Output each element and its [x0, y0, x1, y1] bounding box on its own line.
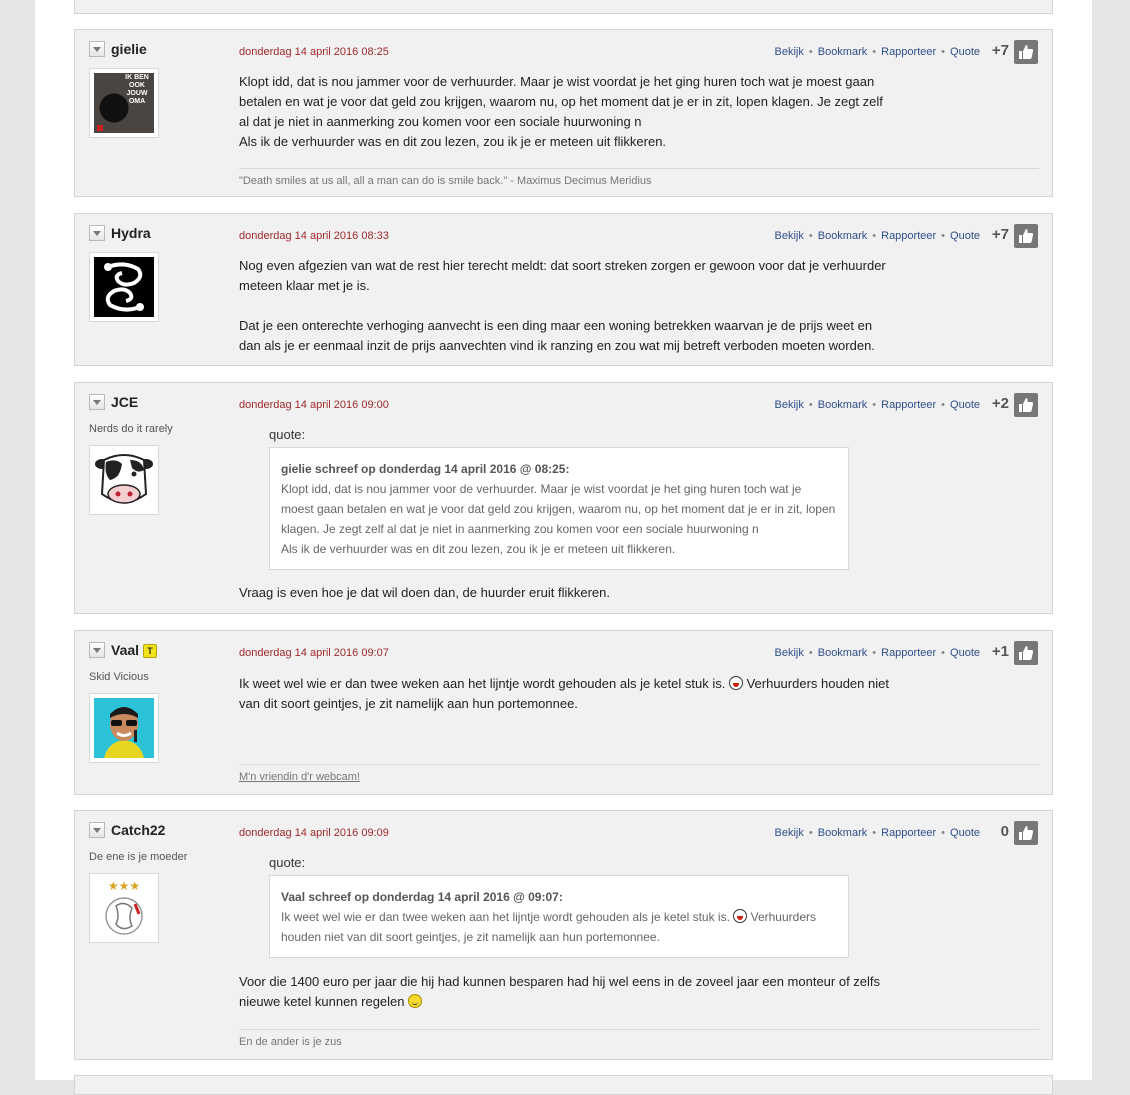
- post-date: donderdag 14 april 2016 09:07: [239, 647, 389, 659]
- post-body: Klopt idd, dat is nou jammer voor de ver…: [239, 74, 883, 149]
- quote-link[interactable]: Quote: [950, 827, 980, 839]
- report-link[interactable]: Rapporteer: [881, 230, 936, 242]
- thumbs-up-icon[interactable]: [1014, 224, 1038, 248]
- post-score: +7: [991, 42, 1009, 59]
- quote-box: gielie schreef op donderdag 14 april 201…: [269, 447, 849, 570]
- view-link[interactable]: Bekijk: [775, 230, 804, 242]
- post-body: Vraag is even hoe je dat wil doen dan, d…: [239, 585, 610, 600]
- post-score: +2: [991, 395, 1009, 412]
- happy-smiley-icon: [408, 994, 423, 1008]
- forum-post: gielie IK BEN OOK JOUW OMA donderdag 14 …: [74, 29, 1053, 197]
- bookmark-link[interactable]: Bookmark: [818, 827, 868, 839]
- grin-smiley-icon: [728, 676, 743, 690]
- user-subtitle: De ene is je moeder: [89, 851, 188, 863]
- quote-link[interactable]: Quote: [950, 230, 980, 242]
- post-actions: Bekijk • Bookmark • Rapporteer • Quote: [774, 399, 980, 411]
- bookmark-link[interactable]: Bookmark: [818, 399, 868, 411]
- quote-label: quote:: [269, 427, 306, 442]
- report-link[interactable]: Rapporteer: [881, 827, 936, 839]
- previous-post-stub: [74, 0, 1053, 14]
- signature-divider: [239, 168, 1039, 169]
- thumbs-up-icon[interactable]: [1014, 641, 1038, 665]
- username[interactable]: gielie: [111, 41, 147, 57]
- quote-header: Vaal schreef op donderdag 14 april 2016 …: [281, 890, 563, 904]
- post-date: donderdag 14 april 2016 09:00: [239, 399, 389, 411]
- dragon-icon: [104, 262, 144, 312]
- cow-icon: [95, 454, 153, 504]
- username[interactable]: JCE: [111, 394, 138, 410]
- avatar[interactable]: [89, 445, 159, 515]
- post-body: Nog even afgezien van wat de rest hier t…: [239, 258, 886, 353]
- right-gutter: [1092, 0, 1130, 1080]
- signature: En de ander is je zus: [239, 1036, 342, 1048]
- username[interactable]: Vaal T: [111, 642, 158, 658]
- quote-link[interactable]: Quote: [950, 399, 980, 411]
- thumbs-up-icon[interactable]: [1014, 393, 1038, 417]
- svg-text:★★★: ★★★: [108, 879, 140, 893]
- post-date: donderdag 14 april 2016 08:25: [239, 46, 389, 58]
- post-actions: Bekijk • Bookmark • Rapporteer • Quote: [774, 46, 980, 58]
- username[interactable]: Hydra: [111, 225, 151, 241]
- view-link[interactable]: Bekijk: [775, 647, 804, 659]
- avatar[interactable]: [89, 252, 159, 322]
- forum-post: Catch22 De ene is je moeder ★★★ donderda…: [74, 810, 1053, 1060]
- grin-smiley-icon: [733, 909, 748, 923]
- avatar-image: IK BEN OOK JOUW OMA: [94, 73, 154, 133]
- avatar-image: [94, 450, 154, 510]
- post-menu-toggle[interactable]: [89, 822, 105, 838]
- post-date: donderdag 14 april 2016 09:09: [239, 827, 389, 839]
- post-actions: Bekijk • Bookmark • Rapporteer • Quote: [774, 230, 980, 242]
- view-link[interactable]: Bekijk: [775, 46, 804, 58]
- club-logo-icon: ★★★: [105, 879, 143, 935]
- bookmark-link[interactable]: Bookmark: [818, 647, 868, 659]
- post-menu-toggle[interactable]: [89, 41, 105, 57]
- quote-box: Vaal schreef op donderdag 14 april 2016 …: [269, 875, 849, 958]
- avatar-image: ★★★: [94, 878, 154, 938]
- user-subtitle: Nerds do it rarely: [89, 423, 173, 435]
- next-post-stub: [74, 1075, 1053, 1095]
- thumbs-up-icon[interactable]: [1014, 40, 1038, 64]
- quote-link[interactable]: Quote: [950, 647, 980, 659]
- post-score: +1: [991, 643, 1009, 660]
- thumbs-up-icon[interactable]: [1014, 821, 1038, 845]
- signature-divider: [239, 764, 1039, 765]
- avatar[interactable]: ★★★: [89, 873, 159, 943]
- view-link[interactable]: Bekijk: [775, 399, 804, 411]
- forum-post: Vaal T Skid Vicious donderdag 14 april 20…: [74, 630, 1053, 795]
- report-link[interactable]: Rapporteer: [881, 46, 936, 58]
- signature: "Death smiles at us all, all a man can d…: [239, 175, 652, 187]
- report-link[interactable]: Rapporteer: [881, 399, 936, 411]
- avatar-image: [94, 257, 154, 317]
- forum-post: JCE Nerds do it rarely donderdag 14 apri…: [74, 382, 1053, 614]
- post-date: donderdag 14 april 2016 08:33: [239, 230, 389, 242]
- avatar-image: [94, 698, 154, 758]
- bookmark-link[interactable]: Bookmark: [818, 46, 868, 58]
- signature-link[interactable]: M'n vriendin d'r webcam!: [239, 771, 360, 783]
- view-link[interactable]: Bekijk: [775, 827, 804, 839]
- post-menu-toggle[interactable]: [89, 642, 105, 658]
- avatar-caption: IK BEN OOK JOUW OMA: [125, 74, 149, 105]
- user-subtitle: Skid Vicious: [89, 671, 149, 683]
- post-actions: Bekijk • Bookmark • Rapporteer • Quote: [774, 827, 980, 839]
- quote-label: quote:: [269, 855, 306, 870]
- post-score: +7: [991, 226, 1009, 243]
- post-menu-toggle[interactable]: [89, 225, 105, 241]
- post-body: Voor die 1400 euro per jaar die hij had …: [239, 974, 881, 1009]
- post-body: Ik weet wel wie er dan twee weken aan he…: [239, 676, 889, 711]
- quote-link[interactable]: Quote: [950, 46, 980, 58]
- post-actions: Bekijk • Bookmark • Rapporteer • Quote: [774, 647, 980, 659]
- quote-header: gielie schreef op donderdag 14 april 201…: [281, 462, 570, 476]
- signature-divider: [239, 1029, 1039, 1030]
- person-sunglasses-icon: [104, 707, 144, 758]
- avatar[interactable]: IK BEN OOK JOUW OMA: [89, 68, 159, 138]
- username[interactable]: Catch22: [111, 822, 165, 838]
- tweaker-badge-icon: T: [143, 644, 158, 658]
- bookmark-link[interactable]: Bookmark: [818, 230, 868, 242]
- report-link[interactable]: Rapporteer: [881, 647, 936, 659]
- avatar[interactable]: [89, 693, 159, 763]
- post-menu-toggle[interactable]: [89, 394, 105, 410]
- forum-post: Hydra donderdag 14 april 2016 08:33 Beki…: [74, 213, 1053, 366]
- post-score: 0: [1000, 823, 1009, 840]
